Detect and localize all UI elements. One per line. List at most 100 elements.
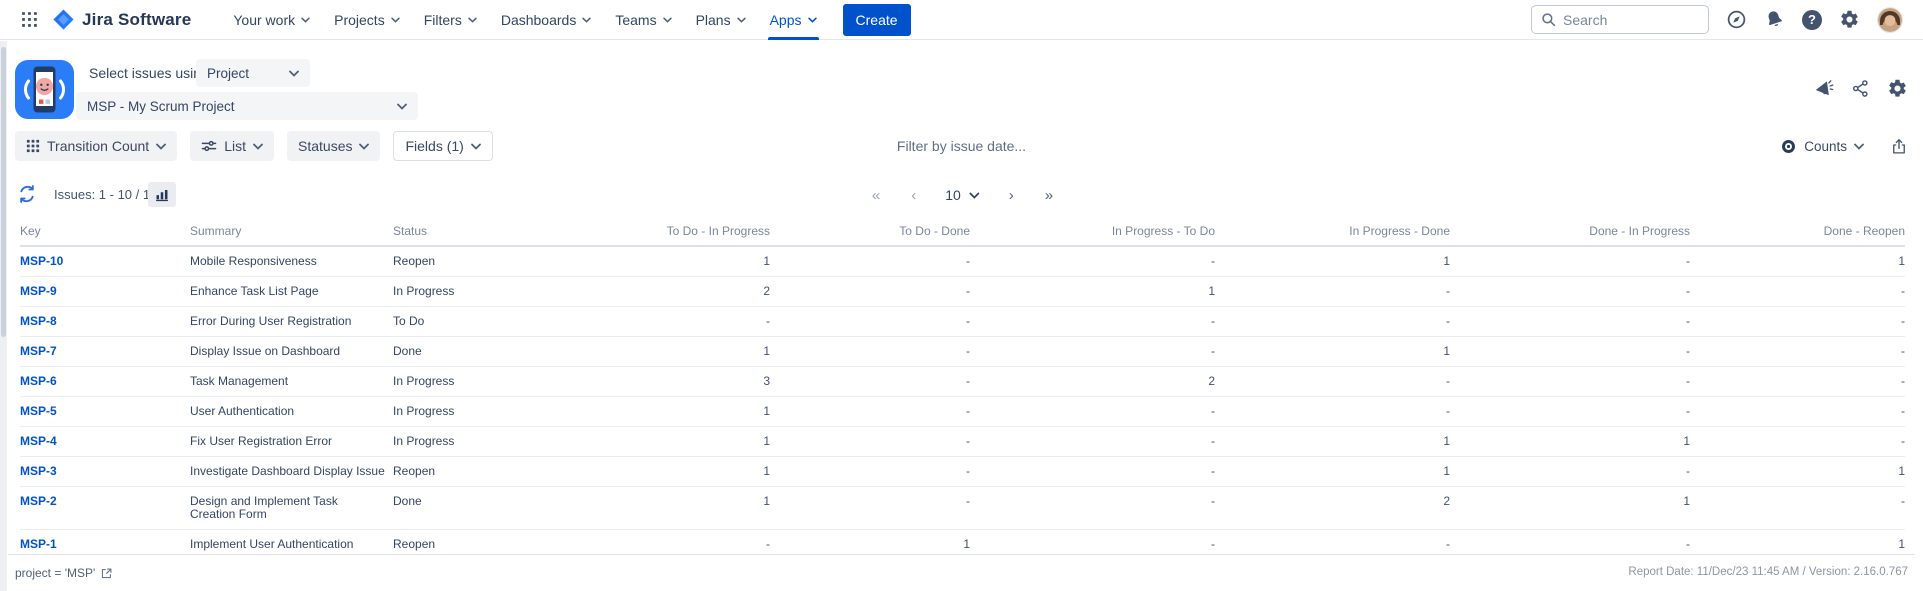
count-cell-done-inprogress: - xyxy=(1450,277,1690,307)
nav-item-label: Plans xyxy=(696,12,731,28)
refresh-button[interactable] xyxy=(17,184,37,207)
report-info-label: Report Date: 11/Dec/23 11:45 AM / Versio… xyxy=(1628,566,1908,578)
nav-item-dashboards[interactable]: Dashboards xyxy=(489,0,604,40)
count-cell-inprogress-todo: - xyxy=(970,246,1215,277)
issue-key-link[interactable]: MSP-5 xyxy=(20,404,57,418)
column-header[interactable]: To Do - Done xyxy=(770,221,970,246)
chevron-down-icon xyxy=(737,17,746,23)
discover-button[interactable] xyxy=(1726,9,1747,30)
table-row: MSP-3 Investigate Dashboard Display Issu… xyxy=(20,457,1905,487)
status-cell: Done xyxy=(393,487,573,530)
report-settings-button[interactable] xyxy=(1887,78,1908,99)
previous-page-button[interactable]: ‹ xyxy=(909,187,918,204)
export-button[interactable] xyxy=(1890,137,1908,156)
column-header[interactable]: Done - In Progress xyxy=(1450,221,1690,246)
count-cell-done-inprogress: - xyxy=(1450,367,1690,397)
nav-item-your-work[interactable]: Your work xyxy=(221,0,322,40)
feedback-button[interactable] xyxy=(1813,78,1834,99)
help-button[interactable]: ? xyxy=(1802,10,1822,30)
jira-logo[interactable]: Jira Software xyxy=(52,8,191,31)
count-cell-done-reopen: - xyxy=(1690,337,1905,367)
count-cell-inprogress-done: - xyxy=(1215,367,1450,397)
count-cell-done-reopen: - xyxy=(1690,367,1905,397)
first-page-button[interactable]: « xyxy=(870,187,882,204)
avatar-image xyxy=(1878,8,1902,32)
issue-key-link[interactable]: MSP-8 xyxy=(20,314,57,328)
open-in-jira-link[interactable] xyxy=(100,567,113,580)
issue-key-link[interactable]: MSP-4 xyxy=(20,434,57,448)
table-row: MSP-2 Design and Implement Task Creation… xyxy=(20,487,1905,530)
project-select[interactable]: MSP - My Scrum Project xyxy=(76,92,418,120)
scrollbar-thumb[interactable] xyxy=(1,47,6,337)
chevron-down-icon xyxy=(808,17,817,23)
count-cell-todo-inprogress: 1 xyxy=(573,457,770,487)
report-footer: project = 'MSP' Report Date: 11/Dec/23 1… xyxy=(8,554,1915,580)
column-header-label: In Progress - To Do xyxy=(1112,224,1215,238)
count-cell-inprogress-done: 1 xyxy=(1215,246,1450,277)
display-mode-select[interactable]: Counts xyxy=(1780,138,1864,155)
next-page-button[interactable]: › xyxy=(1007,187,1016,204)
count-cell-todo-done: - xyxy=(770,487,970,530)
issue-source-select[interactable]: Project xyxy=(196,59,310,87)
key-cell: MSP-8 xyxy=(20,307,190,337)
nav-item-filters[interactable]: Filters xyxy=(412,0,489,40)
last-page-button[interactable]: » xyxy=(1043,187,1055,204)
grid-icon xyxy=(21,11,38,28)
nav-item-plans[interactable]: Plans xyxy=(684,0,758,40)
chevron-down-icon xyxy=(970,192,980,199)
issue-key-link[interactable]: MSP-6 xyxy=(20,374,57,388)
issue-key-link[interactable]: MSP-2 xyxy=(20,494,57,508)
issues-bar: Issues: 1 - 10 / 10 « ‹ 10 › » xyxy=(17,182,1908,208)
page-size-value: 10 xyxy=(945,187,961,203)
count-cell-done-reopen: - xyxy=(1690,427,1905,457)
vertical-scrollbar[interactable] xyxy=(0,41,7,591)
column-header-label: To Do - In Progress xyxy=(667,224,770,238)
app-switcher-button[interactable] xyxy=(14,5,44,35)
count-cell-inprogress-todo: - xyxy=(970,427,1215,457)
column-header[interactable]: Done - Reopen xyxy=(1690,221,1905,246)
count-cell-todo-done: - xyxy=(770,427,970,457)
column-header[interactable]: Key xyxy=(20,221,190,246)
external-link-icon xyxy=(100,567,113,580)
issue-key-link[interactable]: MSP-9 xyxy=(20,284,57,298)
column-header[interactable]: In Progress - To Do xyxy=(970,221,1215,246)
count-cell-todo-inprogress: 1 xyxy=(573,337,770,367)
issue-key-link[interactable]: MSP-1 xyxy=(20,537,57,551)
search-box[interactable] xyxy=(1531,5,1709,34)
nav-item-projects[interactable]: Projects xyxy=(322,0,412,40)
column-header[interactable]: Summary xyxy=(190,221,393,246)
issue-source-value: Project xyxy=(207,66,249,81)
table-row: MSP-8 Error During User Registration To … xyxy=(20,307,1905,337)
search-input[interactable] xyxy=(1563,12,1693,28)
chevron-down-icon xyxy=(582,17,591,23)
settings-button[interactable] xyxy=(1839,9,1860,30)
status-cell: In Progress xyxy=(393,397,573,427)
column-header[interactable]: Status xyxy=(393,221,573,246)
chart-view-toggle[interactable] xyxy=(148,182,176,207)
share-button[interactable] xyxy=(1851,79,1870,98)
app-logo-icon xyxy=(15,60,74,119)
nav-item-teams[interactable]: Teams xyxy=(603,0,683,40)
issue-key-link[interactable]: MSP-3 xyxy=(20,464,57,478)
issue-date-filter[interactable]: Filter by issue date... xyxy=(15,131,1908,161)
page-size-select[interactable]: 10 xyxy=(945,187,980,203)
key-cell: MSP-5 xyxy=(20,397,190,427)
status-cell: In Progress xyxy=(393,427,573,457)
summary-cell: Investigate Dashboard Display Issue xyxy=(190,457,393,487)
nav-item-apps[interactable]: Apps xyxy=(758,0,829,40)
status-cell: Done xyxy=(393,337,573,367)
notifications-button[interactable] xyxy=(1764,9,1785,30)
table-row: MSP-7 Display Issue on Dashboard Done 1 … xyxy=(20,337,1905,367)
key-cell: MSP-6 xyxy=(20,367,190,397)
issue-key-link[interactable]: MSP-10 xyxy=(20,254,63,268)
table-row: MSP-5 User Authentication In Progress 1 … xyxy=(20,397,1905,427)
create-button[interactable]: Create xyxy=(843,4,911,36)
issue-key-link[interactable]: MSP-7 xyxy=(20,344,57,358)
column-header[interactable]: In Progress - Done xyxy=(1215,221,1450,246)
column-header-label: To Do - Done xyxy=(899,224,970,238)
user-avatar[interactable] xyxy=(1877,7,1903,33)
count-cell-inprogress-todo: 2 xyxy=(970,367,1215,397)
column-header-label: Status xyxy=(393,224,427,238)
column-header[interactable]: To Do - In Progress xyxy=(573,221,770,246)
count-cell-inprogress-done: - xyxy=(1215,277,1450,307)
